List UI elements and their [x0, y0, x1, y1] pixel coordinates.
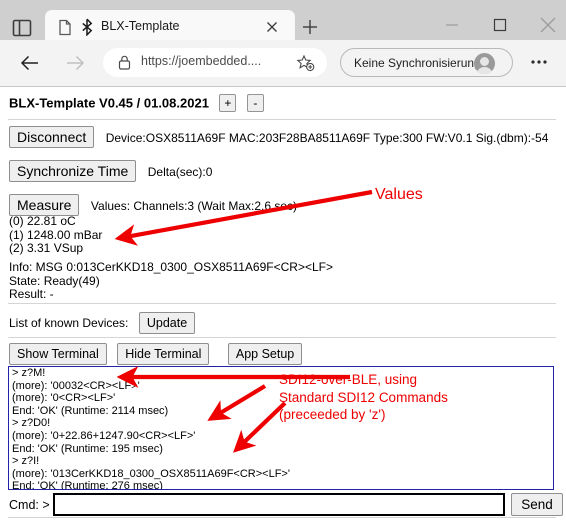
terminal-line: (more): '0+22.86+1247.90<CR><LF>' [12, 429, 196, 442]
command-row: Cmd: > Send [9, 493, 563, 517]
divider-4 [8, 517, 556, 519]
forward-button[interactable] [63, 51, 87, 75]
sync-status-button[interactable]: Keine Synchronisierung [340, 48, 513, 77]
url-text: https://joembedded.... [141, 54, 262, 68]
terminal-line: > z?I! [12, 455, 40, 468]
update-devices-button[interactable]: Update [138, 312, 196, 334]
terminal-controls-row: Show Terminal Hide Terminal App Setup [9, 343, 303, 365]
terminal-line: (more): '00032<CR><LF>' [12, 379, 140, 392]
disconnect-button[interactable]: Disconnect [9, 126, 95, 148]
sync-status-label: Keine Synchronisierung [354, 56, 481, 70]
avatar [474, 53, 495, 74]
minimize-button[interactable] [432, 13, 472, 37]
divider-2 [8, 303, 556, 305]
font-decrease-button[interactable]: - [246, 94, 264, 112]
measure-info-text: Values: Channels:3 (Wait Max:2.6 sec) [90, 198, 298, 213]
web-page-content: BLX-Template V0.45 / 01.08.2021 + - Disc… [0, 87, 566, 522]
terminal-line: > z?M! [12, 367, 46, 379]
browser-window: BLX-Template https://joembedded.... Kein… [0, 0, 566, 522]
status-block: Info: MSG 0:013CerKKD18_0300_OSX8511A69F… [9, 260, 333, 302]
terminal-line: End: 'OK' (Runtime: 276 msec) [12, 480, 163, 490]
measure-button[interactable]: Measure [9, 194, 80, 216]
devices-label: List of known Devices: [9, 316, 129, 330]
terminal-output[interactable]: > z?M! (more): '00032<CR><LF>' (more): '… [8, 366, 554, 490]
back-button[interactable] [18, 51, 42, 75]
annotation-values-label: Values [375, 186, 423, 203]
divider-3 [8, 337, 556, 339]
connection-row: Disconnect Device:OSX8511A69F MAC:203F28… [9, 126, 548, 148]
result-text: Result: - [9, 287, 54, 301]
bluetooth-icon [80, 18, 94, 37]
value-row: (2) 3.31 VSup [9, 241, 84, 255]
close-icon[interactable] [263, 18, 281, 36]
send-button[interactable]: Send [511, 493, 563, 516]
browser-menu-button[interactable] [528, 52, 550, 72]
star-add-icon[interactable] [296, 54, 315, 72]
maximize-button[interactable] [480, 13, 520, 37]
tab-strip: BLX-Template [0, 5, 566, 45]
font-increase-button[interactable]: + [219, 94, 237, 112]
terminal-line: (more): '013CerKKD18_0300_OSX8511A69F<CR… [12, 467, 290, 480]
measured-values-list: (0) 22.81 oC (1) 1248.00 mBar (2) 3.31 V… [9, 214, 103, 256]
device-info-text: Device:OSX8511A69F MAC:203F28BA8511A69F … [105, 130, 549, 145]
sync-row: Synchronize Time Delta(sec):0 [9, 160, 212, 182]
value-row: (0) 22.81 oC [9, 214, 76, 228]
lock-icon [117, 54, 132, 71]
hide-terminal-button[interactable]: Hide Terminal [117, 343, 210, 365]
delta-text: Delta(sec):0 [147, 164, 213, 179]
measure-row: Measure Values: Channels:3 (Wait Max:2.6… [9, 194, 297, 216]
window-close-button[interactable] [528, 13, 566, 37]
browser-titlebar: BLX-Template [0, 0, 566, 45]
address-bar[interactable]: https://joembedded.... [103, 48, 327, 77]
new-tab-button[interactable] [300, 17, 320, 37]
value-row: (1) 1248.00 mBar [9, 227, 103, 242]
page-title-row: BLX-Template V0.45 / 01.08.2021 + - [9, 94, 264, 114]
devices-row: List of known Devices: Update [9, 312, 196, 334]
page-title: BLX-Template V0.45 / 01.08.2021 [9, 95, 209, 111]
show-terminal-button[interactable]: Show Terminal [9, 343, 107, 365]
cmd-label: Cmd: > [9, 498, 50, 512]
terminal-line: (more): '0<CR><LF>' [12, 392, 116, 405]
sidebar-toggle-icon[interactable] [11, 18, 33, 38]
page-icon [57, 19, 73, 36]
synchronize-time-button[interactable]: Synchronize Time [9, 160, 137, 182]
terminal-line: End: 'OK' (Runtime: 2114 msec) [12, 404, 169, 417]
info-text: Info: MSG 0:013CerKKD18_0300_OSX8511A69F… [9, 260, 333, 274]
divider-1 [8, 119, 556, 121]
tab-title: BLX-Template [101, 19, 180, 33]
app-setup-button[interactable]: App Setup [227, 343, 303, 365]
cmd-input[interactable] [53, 493, 505, 516]
state-text: State: Ready(49) [9, 273, 100, 288]
terminal-line: > z?D0! [12, 417, 51, 430]
terminal-line: End: 'OK' (Runtime: 195 msec) [12, 442, 163, 455]
